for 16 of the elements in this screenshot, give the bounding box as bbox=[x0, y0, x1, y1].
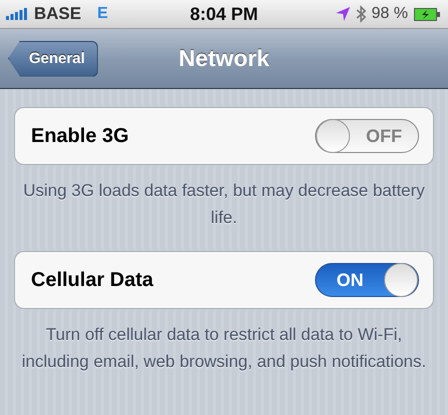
carrier-name: BASE bbox=[34, 4, 82, 24]
clock-time: 8:04 PM bbox=[190, 4, 258, 24]
nav-title: Network bbox=[178, 45, 270, 72]
row-label: Enable 3G bbox=[31, 124, 129, 148]
signal-icon bbox=[6, 8, 28, 20]
row-label: Cellular Data bbox=[31, 268, 154, 292]
footer-note: Using 3G loads data faster, but may decrease battery life. bbox=[22, 180, 426, 229]
battery-icon bbox=[414, 8, 440, 20]
battery-percent: 98 % bbox=[372, 5, 408, 23]
network-type: E bbox=[97, 5, 108, 23]
toggle-switch[interactable]: OFF bbox=[315, 119, 419, 153]
toggle-switch[interactable]: ON bbox=[315, 263, 419, 297]
footer-note: Turn off cellular data to restrict all data to Wi-Fi, including email, web browsing, and push notifications. bbox=[20, 324, 428, 373]
location-arrow-icon bbox=[336, 7, 350, 21]
back-button[interactable]: General bbox=[8, 40, 98, 76]
bluetooth-icon bbox=[356, 5, 366, 23]
